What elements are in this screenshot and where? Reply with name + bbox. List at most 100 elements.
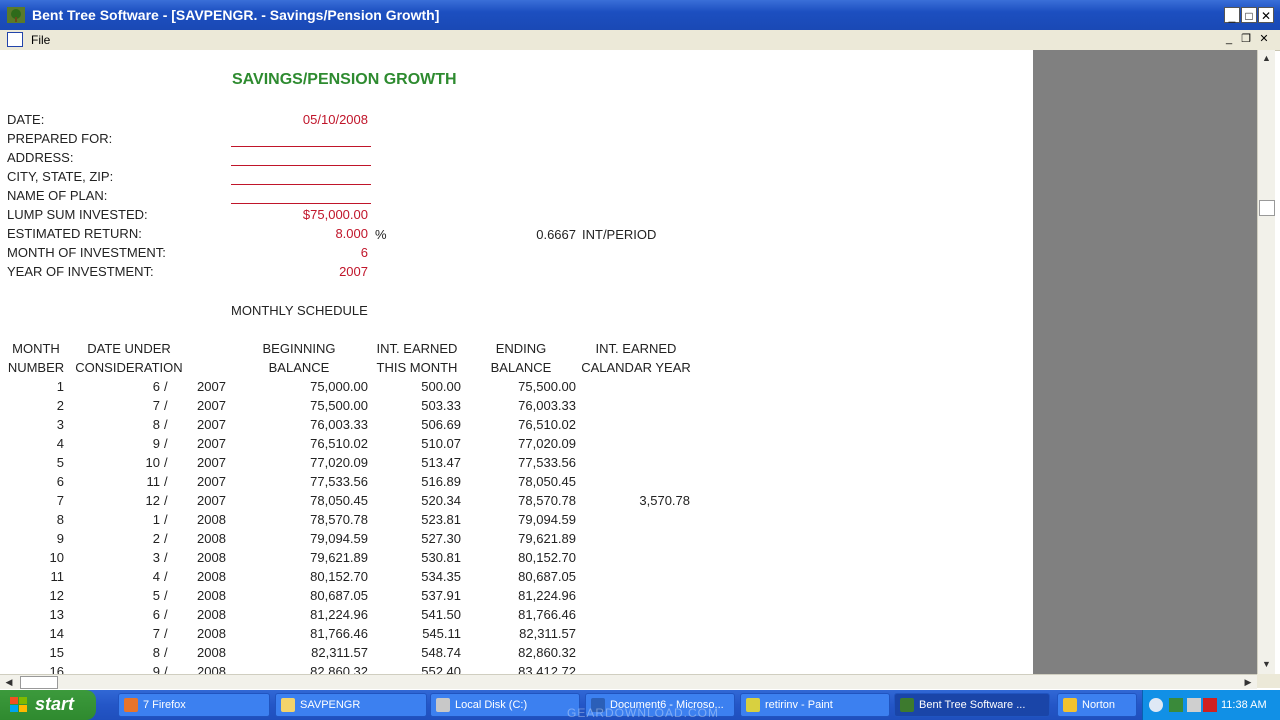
field-label: YEAR OF INVESTMENT: xyxy=(7,264,154,279)
scroll-up-icon[interactable]: ▲ xyxy=(1258,50,1275,66)
int-period-value: 0.6667 xyxy=(536,227,576,242)
taskbar-item[interactable]: Bent Tree Software ... xyxy=(894,693,1050,717)
windows-flag-icon xyxy=(10,697,27,712)
cell-beginning-balance: 81,224.96 xyxy=(310,607,368,622)
header-date-2: CONSIDERATION xyxy=(75,360,183,375)
taskbar-item-label: SAVPENGR xyxy=(300,699,361,711)
scroll-left-icon[interactable]: ◀ xyxy=(2,675,16,689)
document-icon[interactable] xyxy=(7,32,23,47)
cell-year: 2007 xyxy=(197,474,226,489)
horizontal-scroll-thumb[interactable] xyxy=(20,676,58,689)
cell-beginning-balance: 80,152.70 xyxy=(310,569,368,584)
cell-year: 2007 xyxy=(197,417,226,432)
header-cal-year-1: INT. EARNED xyxy=(595,341,677,356)
taskbar-item[interactable]: SAVPENGR xyxy=(275,693,427,717)
cell-month-number: 5 xyxy=(56,455,64,470)
cell-int-earned: 523.81 xyxy=(421,512,461,527)
mdi-restore-button[interactable]: ❐ xyxy=(1239,32,1253,46)
taskbar-item-label: Local Disk (C:) xyxy=(455,699,528,711)
cell-beginning-balance: 81,766.46 xyxy=(310,626,368,641)
cell-ending-balance: 78,050.45 xyxy=(518,474,576,489)
cell-month: 10 xyxy=(145,455,160,470)
window-title-bar[interactable]: Bent Tree Software - [SAVPENGR. - Saving… xyxy=(0,0,1280,30)
table-row: 16 9 / 2008 82,860.32 552.40 83,412.72 xyxy=(0,664,720,674)
field-label: ADDRESS: xyxy=(7,150,74,165)
vertical-scrollbar[interactable]: ▲ ▼ xyxy=(1257,50,1275,674)
resize-grip[interactable] xyxy=(1257,674,1280,688)
cell-beginning-balance: 75,000.00 xyxy=(310,379,368,394)
field-value[interactable]: $75,000.00 xyxy=(231,207,368,222)
horizontal-scrollbar[interactable]: ◀ ▶ xyxy=(0,674,1257,689)
cell-slash: / xyxy=(164,607,168,622)
table-row: 15 8 / 2008 82,311.57 548.74 82,860.32 xyxy=(0,645,720,664)
spreadsheet-area[interactable]: SAVINGS/PENSION GROWTH DATE: 05/10/2008 PR… xyxy=(0,50,1033,674)
close-button[interactable]: ✕ xyxy=(1258,7,1274,23)
cell-ending-balance: 82,860.32 xyxy=(518,645,576,660)
cell-int-earned: 520.34 xyxy=(421,493,461,508)
cell-slash: / xyxy=(164,569,168,584)
cell-int-earned: 548.74 xyxy=(421,645,461,660)
cell-slash: / xyxy=(164,455,168,470)
cell-ending-balance: 79,094.59 xyxy=(518,512,576,527)
field-value[interactable]: 2007 xyxy=(231,264,368,279)
field-value[interactable]: 8.000 xyxy=(231,226,368,241)
maximize-button[interactable]: □ xyxy=(1241,7,1257,23)
cell-month-number: 14 xyxy=(49,626,64,641)
mdi-close-button[interactable]: ✕ xyxy=(1257,32,1271,46)
cell-int-earned: 513.47 xyxy=(421,455,461,470)
cell-int-earned: 530.81 xyxy=(421,550,461,565)
field-value[interactable]: 6 xyxy=(231,245,368,260)
cell-year: 2007 xyxy=(197,493,226,508)
taskbar-item[interactable]: retirinv - Paint xyxy=(740,693,890,717)
header-int-earned-1: INT. EARNED xyxy=(376,341,458,356)
header-month-1: MONTH xyxy=(12,341,60,356)
table-row: 8 1 / 2008 78,570.78 523.81 79,094.59 xyxy=(0,512,720,531)
cell-slash: / xyxy=(164,512,168,527)
table-row: 13 6 / 2008 81,224.96 541.50 81,766.46 xyxy=(0,607,720,626)
cell-year: 2007 xyxy=(197,398,226,413)
field-input-underline[interactable] xyxy=(231,146,371,147)
cell-ending-balance: 76,510.02 xyxy=(518,417,576,432)
taskbar-item[interactable]: Local Disk (C:) xyxy=(430,693,580,717)
tree-icon xyxy=(7,7,25,23)
security-icon[interactable] xyxy=(1203,698,1217,712)
table-row: 10 3 / 2008 79,621.89 530.81 80,152.70 xyxy=(0,550,720,569)
folder-icon xyxy=(281,698,295,712)
field-input-underline[interactable] xyxy=(231,165,371,166)
clock[interactable]: 11:38 AM xyxy=(1221,699,1267,711)
cell-year: 2008 xyxy=(197,512,226,527)
minimize-button[interactable]: _ xyxy=(1224,7,1240,23)
cell-int-earned: 545.11 xyxy=(422,626,461,641)
header-cal-year-2: CALANDAR YEAR xyxy=(581,360,691,375)
table-row: 2 7 / 2007 75,500.00 503.33 76,003.33 xyxy=(0,398,720,417)
cell-beginning-balance: 79,094.59 xyxy=(310,531,368,546)
field-label: PREPARED FOR: xyxy=(7,131,113,146)
vertical-scroll-thumb[interactable] xyxy=(1259,200,1275,216)
start-label: start xyxy=(35,694,75,714)
cell-int-calendar-year: 3,570.78 xyxy=(639,493,690,508)
start-button[interactable]: start xyxy=(0,690,96,720)
mdi-minimize-button[interactable]: _ xyxy=(1222,32,1236,46)
volume-icon[interactable] xyxy=(1187,698,1201,712)
table-row: 11 4 / 2008 80,152.70 534.35 80,687.05 xyxy=(0,569,720,588)
scroll-down-icon[interactable]: ▼ xyxy=(1258,656,1275,672)
cell-ending-balance: 83,412.72 xyxy=(518,664,576,674)
taskbar-item[interactable]: 7 Firefox xyxy=(118,693,270,717)
table-row: 3 8 / 2007 76,003.33 506.69 76,510.02 xyxy=(0,417,720,436)
cell-slash: / xyxy=(164,626,168,641)
header-ending-1: ENDING xyxy=(495,341,547,356)
cell-ending-balance: 80,152.70 xyxy=(518,550,576,565)
field-input-underline[interactable] xyxy=(231,203,371,204)
field-input-underline[interactable] xyxy=(231,184,371,185)
taskbar-item[interactable]: Norton xyxy=(1057,693,1137,717)
cell-beginning-balance: 78,570.78 xyxy=(310,512,368,527)
cell-int-earned: 516.89 xyxy=(421,474,461,489)
header-date-1: DATE UNDER xyxy=(87,341,171,356)
cell-year: 2008 xyxy=(197,645,226,660)
menu-file[interactable]: File xyxy=(31,33,50,47)
cell-month-number: 3 xyxy=(56,417,64,432)
scroll-right-icon[interactable]: ▶ xyxy=(1241,675,1255,689)
field-value[interactable]: 05/10/2008 xyxy=(231,112,368,127)
tray-arrow-icon[interactable] xyxy=(1149,698,1163,712)
network-icon[interactable] xyxy=(1169,698,1183,712)
